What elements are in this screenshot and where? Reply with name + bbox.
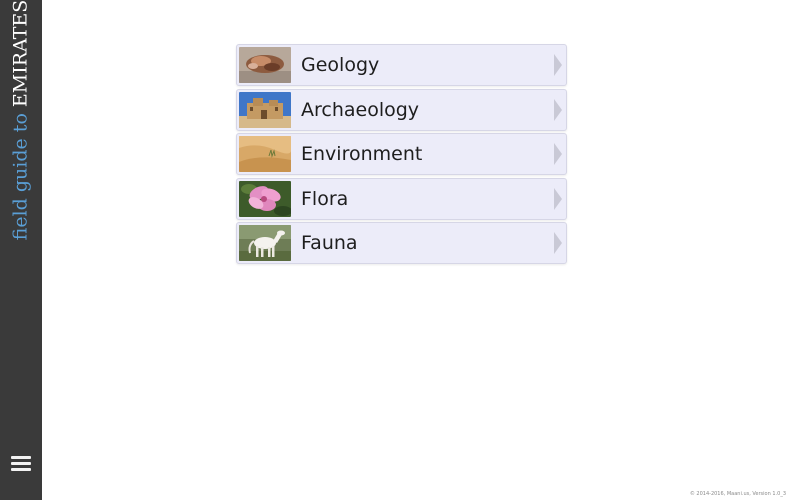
app-title-main: EMIRATES — [9, 0, 32, 108]
category-item-geology[interactable]: Geology — [236, 44, 567, 86]
category-label: Fauna — [301, 232, 358, 254]
chevron-right-icon — [554, 54, 562, 76]
category-list: Geology Archaeology Environment Flora Fa… — [236, 44, 567, 267]
app-title-prefix: field guide to — [9, 107, 32, 241]
app-title: field guide to EMIRATES — [9, 0, 32, 241]
category-item-environment[interactable]: Environment — [236, 133, 567, 175]
flower-photo-thumbnail — [239, 180, 291, 217]
category-item-fauna[interactable]: Fauna — [236, 222, 567, 264]
chevron-right-icon — [554, 232, 562, 254]
category-label: Archaeology — [301, 98, 420, 121]
rock-photo-thumbnail — [239, 47, 291, 83]
desert-photo-thumbnail — [239, 136, 291, 172]
category-item-flora[interactable]: Flora — [236, 177, 567, 220]
chevron-right-icon — [554, 98, 562, 121]
chevron-right-icon — [554, 187, 562, 210]
category-label: Environment — [301, 143, 423, 165]
category-label: Flora — [301, 187, 349, 210]
fort-photo-thumbnail — [239, 91, 291, 128]
copyright-footer: © 2014-2016, Maani.us, Version 1.0_3 — [689, 491, 786, 497]
hamburger-menu-icon[interactable] — [11, 456, 31, 472]
horse-photo-thumbnail — [239, 225, 291, 261]
category-label: Geology — [301, 54, 380, 76]
category-item-archaeology[interactable]: Archaeology — [236, 88, 567, 131]
sidebar: field guide to EMIRATES — [0, 0, 42, 500]
chevron-right-icon — [554, 143, 562, 165]
